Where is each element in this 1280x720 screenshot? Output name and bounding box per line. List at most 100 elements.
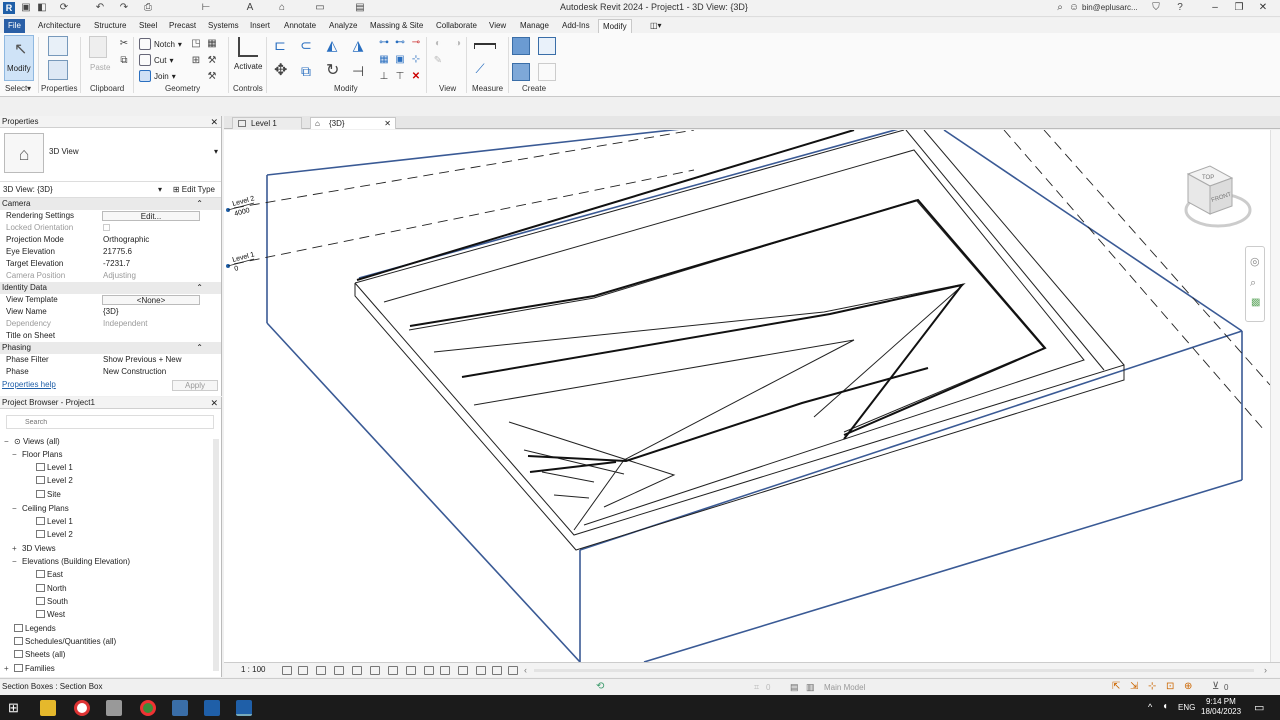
close-icon[interactable]: ✕ (210, 116, 218, 128)
split-icon[interactable]: ⊶ (378, 37, 390, 49)
group-phasing[interactable]: Phasing ⌃ (0, 342, 221, 354)
properties-icon[interactable] (48, 60, 68, 80)
group-identity-data[interactable]: Identity Data ⌃ (0, 282, 221, 294)
render-icon[interactable] (352, 666, 362, 675)
property-value[interactable]: 21775.6 (103, 246, 132, 258)
move-icon[interactable]: ✥ (274, 63, 287, 79)
tab-annotate[interactable]: Annotate (280, 19, 320, 33)
major-contours[interactable] (356, 130, 1047, 473)
level-1-marker[interactable]: Level 1 0 (226, 251, 255, 273)
array-icon[interactable]: ▦ (378, 54, 390, 66)
hide-icon[interactable]: ◐ (432, 38, 444, 50)
viewcube[interactable]: TOP FRONT (1184, 165, 1252, 228)
activate-button-label[interactable]: Activate (234, 62, 262, 71)
filter-icon[interactable]: ⊻ (1212, 681, 1219, 692)
clock-date[interactable]: 18/04/2023 (1201, 707, 1241, 716)
file-explorer-icon[interactable] (40, 700, 56, 716)
trim-multiple-icon[interactable]: ⊤ (394, 71, 406, 83)
windows-start-icon[interactable]: ⊞ (8, 701, 19, 714)
lock-view-icon[interactable] (406, 666, 416, 675)
tab-collaborate[interactable]: Collaborate (432, 19, 481, 33)
shadows-icon[interactable] (334, 666, 344, 675)
tab-add-ins[interactable]: Add-Ins (558, 19, 594, 33)
recorder-icon[interactable] (74, 700, 90, 716)
highlight-displacement-icon[interactable] (492, 666, 502, 675)
browser-scrollbar[interactable] (213, 439, 219, 671)
analytical-model-icon[interactable] (476, 666, 486, 675)
navigation-bar[interactable]: ◎ ⌕ ▩ (1245, 246, 1265, 322)
text-qa-icon[interactable]: A (244, 2, 256, 14)
collapse-icon[interactable]: − (12, 504, 22, 514)
level-2-marker[interactable]: Level 2 4000 (226, 195, 255, 218)
unpin-icon[interactable]: ⊹ (410, 54, 422, 66)
tree-elevation-west[interactable]: West (36, 610, 65, 620)
similar-icon[interactable] (538, 63, 556, 81)
main-model-icon[interactable]: ▤ (790, 682, 799, 693)
create-assembly-icon[interactable] (512, 37, 530, 55)
clock-time[interactable]: 9:14 PM (1206, 697, 1236, 706)
section-box[interactable] (266, 130, 1243, 662)
open-icon[interactable]: ▣ (20, 2, 32, 14)
close-hidden-icon[interactable]: ▭ (314, 2, 326, 14)
mirror-pick-icon[interactable]: ◭ (326, 38, 338, 52)
pin-icon[interactable]: ⊸ (410, 37, 422, 49)
view-tab-3d[interactable]: ⌂ {3D} ✕ (310, 117, 396, 129)
tree-ceiling-plan-level-2[interactable]: Level 2 (36, 530, 73, 540)
contextual-tab-icon[interactable]: ◫▾ (646, 19, 666, 33)
undo-icon[interactable]: ↶ (94, 2, 106, 14)
activate-icon[interactable] (238, 37, 258, 57)
close-icon[interactable]: ✕ (384, 118, 391, 130)
reveal-hidden-icon[interactable] (440, 666, 450, 675)
speaker-icon[interactable]: ◖ (1162, 701, 1168, 712)
close-icon[interactable]: ✕ (1256, 1, 1270, 15)
tree-floor-plan-level-1[interactable]: Level 1 (36, 463, 73, 473)
tab-steel[interactable]: Steel (135, 19, 161, 33)
edit-type-button[interactable]: ⊞ Edit Type (173, 182, 215, 198)
language-indicator[interactable]: ENG (1178, 703, 1195, 712)
copy-icon[interactable]: ⧉ (118, 55, 130, 67)
zoom-region-icon[interactable]: ▩ (1251, 297, 1260, 308)
collapse-icon[interactable]: − (12, 450, 22, 460)
paste-icon[interactable] (89, 36, 107, 58)
properties-help-link[interactable]: Properties help (2, 380, 56, 389)
horizontal-scrollbar[interactable] (534, 669, 1254, 672)
select-dropdown-icon[interactable]: ▾ (27, 84, 31, 93)
print-icon[interactable]: ⎙ (142, 2, 154, 14)
steering-wheel-icon[interactable]: ◎ (1250, 255, 1260, 268)
override-icon[interactable]: ◑ (452, 38, 464, 50)
tab-manage[interactable]: Manage (516, 19, 553, 33)
calculator-icon[interactable] (172, 700, 188, 716)
select-pinned-icon[interactable]: ⊹ (1148, 681, 1156, 692)
minimize-icon[interactable]: – (1208, 1, 1222, 15)
sync-icon[interactable]: ⟳ (58, 2, 70, 14)
worksharing-icon[interactable]: ⟲ (596, 681, 604, 692)
rendering-settings-edit-button[interactable]: Edit... (102, 211, 200, 221)
tree-elevations[interactable]: − Elevations (Building Elevation) (12, 557, 130, 567)
scale-icon[interactable]: ▣ (394, 54, 406, 66)
trim-single-icon[interactable]: ⊥ (378, 71, 390, 83)
search-help-icon[interactable]: ⌕ (1054, 2, 1066, 14)
close-icon[interactable]: ✕ (210, 397, 218, 409)
revit-logo-icon[interactable]: R (3, 2, 15, 14)
tree-3d-views[interactable]: +3D Views (12, 544, 56, 554)
collapse-icon[interactable]: ⌃ (196, 342, 203, 354)
tree-floor-plans[interactable]: − Floor Plans (12, 450, 62, 460)
create-parts-icon[interactable] (538, 37, 556, 55)
paint-icon[interactable]: ▦ (206, 38, 218, 50)
measure-distance-icon[interactable] (474, 43, 496, 49)
align-icon[interactable]: ⊏ (274, 38, 286, 52)
dimension-icon[interactable]: ⟋ (474, 62, 486, 75)
temporary-hide-icon[interactable] (424, 666, 434, 675)
tab-architecture[interactable]: Architecture (34, 19, 85, 33)
tree-legends[interactable]: Legends (14, 624, 56, 634)
tree-elevation-north[interactable]: North (36, 584, 67, 594)
tab-view[interactable]: View (485, 19, 510, 33)
active-model-label[interactable]: Main Model (824, 683, 865, 692)
default-3d-icon[interactable]: ⌂ (276, 2, 288, 14)
tab-modify[interactable]: Modify (598, 19, 632, 33)
detail-level-icon[interactable] (282, 666, 292, 675)
tree-sheets[interactable]: Sheets (all) (14, 650, 65, 660)
switch-windows-icon[interactable]: ▤ (354, 2, 366, 14)
user-name[interactable]: bin@eplusarc... (1082, 3, 1138, 12)
cut-scissors-icon[interactable]: ✂ (118, 38, 130, 50)
